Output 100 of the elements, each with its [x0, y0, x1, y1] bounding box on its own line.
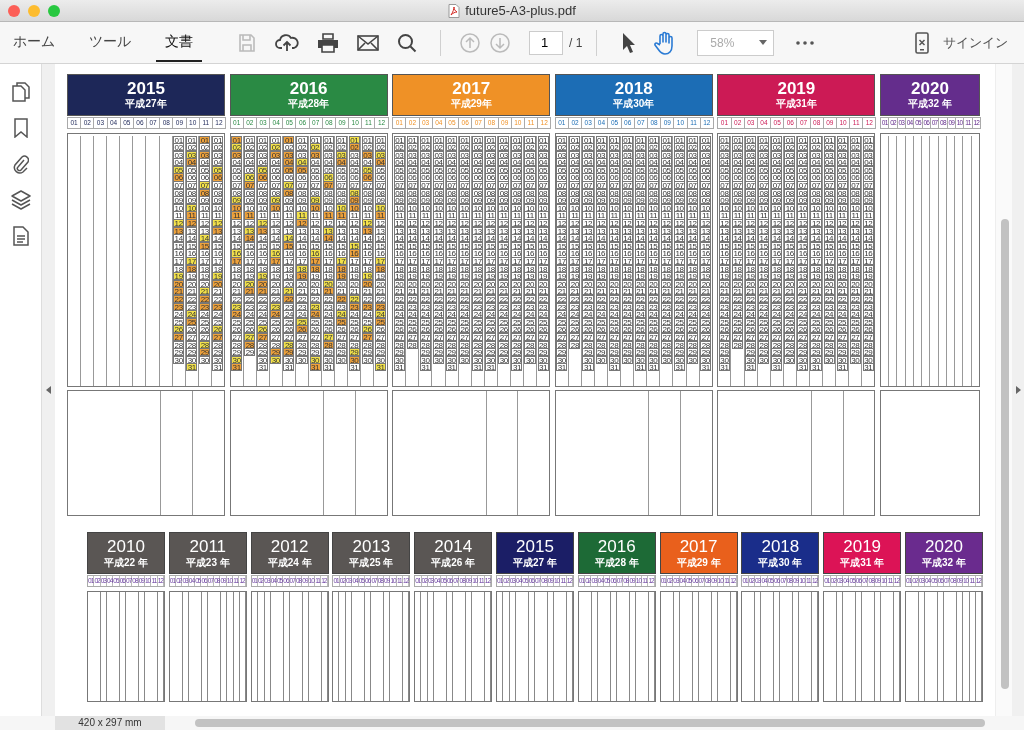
paperclip-icon[interactable] [12, 154, 29, 174]
era-label: 平成28年 [288, 98, 330, 110]
day-cell: 30 [758, 355, 770, 364]
day-cell: 31 [647, 363, 659, 372]
day-cell: 31 [836, 363, 848, 372]
day-cell: 30 [335, 355, 347, 364]
day-cell: 31 [231, 363, 243, 372]
day-cell: 30 [432, 355, 444, 364]
day-cell: 30 [660, 355, 672, 364]
toolbar-tab[interactable]: ホーム [4, 23, 64, 62]
year-label: 2012 [270, 537, 309, 556]
day-cell: 30 [621, 355, 633, 364]
expand-panel-icon[interactable] [1015, 386, 1021, 394]
day-cell: 31 [283, 363, 295, 372]
day-cell: 31 [186, 363, 198, 372]
day-cell: 31 [446, 363, 458, 372]
era-label: 平成28 年 [594, 555, 639, 569]
day-cell: 30 [173, 355, 185, 364]
day-cell: 30 [459, 355, 471, 364]
day-cell: 31 [745, 363, 757, 372]
year-label: 2020 [911, 80, 949, 98]
expand-panel-icon[interactable] [46, 386, 51, 394]
bookmark-icon[interactable] [13, 118, 28, 138]
day-cell: 31 [212, 363, 224, 372]
year-label: 2018 [614, 80, 653, 98]
year-label: 2019 [777, 80, 816, 98]
day-cell: 31 [511, 363, 523, 372]
day-cell: 31 [771, 363, 783, 372]
pages-icon[interactable] [11, 82, 30, 102]
era-label: 平成22 年 [104, 555, 148, 569]
day-cell: 31 [810, 363, 822, 372]
day-cell: 30 [270, 355, 282, 364]
day-cell: 31 [472, 363, 484, 372]
envelope-icon [357, 33, 379, 52]
window-title: future5-A3-plus.pdf [465, 3, 576, 18]
year-label: 2011 [189, 537, 227, 556]
day-cell: 31 [257, 363, 269, 372]
era-label: 平成31年 [775, 98, 817, 110]
year-label: 2017 [679, 537, 718, 556]
era-label: 平成29 年 [676, 555, 721, 569]
day-cell: 31 [485, 363, 497, 372]
scrollbar-thumb[interactable] [1001, 219, 1009, 689]
day-cell: 28 [731, 340, 744, 349]
era-label: 平成26 年 [431, 555, 476, 569]
more-icon[interactable] [796, 40, 815, 45]
day-cell: 28 [406, 340, 418, 349]
era-label: 平成32 年 [922, 555, 966, 569]
year-label: 2014 [434, 537, 473, 556]
mobile-device-icon[interactable] [915, 31, 929, 54]
day-cell: 30 [361, 355, 373, 364]
year-label: 2015 [127, 80, 165, 98]
cloud-upload-icon [275, 32, 299, 53]
year-label: 2017 [452, 80, 491, 98]
day-cell: 31 [674, 363, 686, 372]
year-label: 2018 [761, 537, 800, 556]
page-number-field[interactable]: 1 [529, 30, 563, 55]
day-cell: 31 [309, 363, 321, 372]
caret-icon [759, 40, 768, 45]
document-icon[interactable] [12, 226, 29, 246]
pdf-file-icon [448, 3, 461, 18]
day-cell: 31 [718, 363, 730, 372]
year-label: 2013 [352, 537, 391, 556]
day-cell: 31 [393, 363, 405, 372]
year-label: 2016 [597, 537, 636, 556]
day-cell: 31 [374, 363, 387, 372]
sign-in-button[interactable]: サインイン [939, 29, 1024, 56]
day-cell: 30 [498, 355, 510, 364]
scrollbar-thumb[interactable] [195, 719, 985, 727]
day-cell: 30 [595, 355, 607, 364]
era-label: 平成27年 [125, 98, 167, 110]
day-cell: 31 [634, 363, 646, 372]
page-size-label: 420 x 297 mm [55, 716, 165, 730]
arrow-pointer-icon [620, 31, 637, 54]
day-cell: 31 [419, 363, 431, 372]
day-cell: 31 [537, 363, 549, 372]
day-cell: 31 [556, 363, 568, 372]
page-count: / 1 [569, 35, 583, 50]
era-label: 平成30 年 [758, 555, 803, 569]
year-label: 2015 [516, 537, 554, 556]
printer-icon [317, 32, 339, 53]
day-cell: 31 [797, 363, 809, 372]
day-cell: 30 [296, 355, 308, 364]
era-label: 平成24 年 [267, 555, 312, 569]
day-cell: 31 [862, 363, 874, 372]
day-cell: 30 [524, 355, 536, 364]
year-label: 2016 [289, 80, 328, 98]
day-cell: 28 [569, 340, 581, 349]
era-label: 平成23 年 [185, 555, 230, 569]
day-cell: 30 [687, 355, 699, 364]
era-label: 平成29年 [450, 98, 492, 110]
day-cell: 31 [322, 363, 334, 372]
toolbar-tab[interactable]: ツール [80, 23, 140, 62]
year-label: 2019 [843, 537, 882, 556]
era-label: 平成30年 [613, 98, 655, 110]
era-label: 平成31 年 [840, 555, 885, 569]
era-label: 平成27 年 [513, 555, 557, 569]
layers-icon[interactable] [10, 190, 31, 210]
day-cell: 31 [700, 363, 712, 372]
toolbar-tab[interactable]: 文書 [156, 23, 202, 62]
day-cell: 30 [784, 355, 796, 364]
